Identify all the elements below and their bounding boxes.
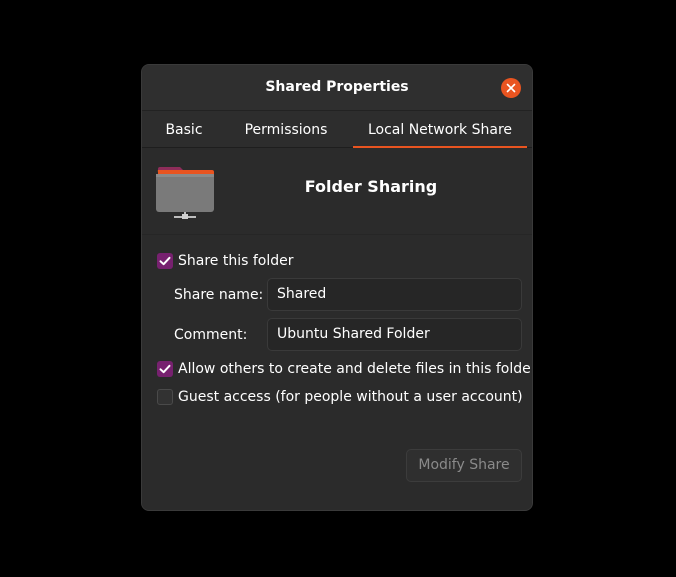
allow-others-checkbox[interactable] — [157, 361, 173, 377]
checkmark-icon — [159, 364, 171, 374]
modify-share-button[interactable]: Modify Share — [406, 449, 522, 482]
shared-properties-dialog: Shared Properties Basic Permissions Loca… — [141, 64, 533, 511]
tab-bar: Basic Permissions Local Network Share — [142, 110, 532, 149]
dialog-title: Shared Properties — [265, 79, 409, 95]
comment-label: Comment: — [174, 327, 248, 343]
local-network-share-panel: Folder Sharing Share this folder Share n… — [142, 148, 533, 510]
tab-local-network-share[interactable]: Local Network Share — [353, 111, 527, 149]
folder-network-icon — [156, 167, 214, 219]
allow-others-row[interactable]: Allow others to create and delete files … — [157, 359, 533, 379]
close-icon — [506, 83, 516, 93]
title-bar: Shared Properties — [142, 65, 532, 110]
share-name-label: Share name: — [174, 287, 264, 303]
guest-access-label: Guest access (for people without a user … — [178, 389, 523, 405]
share-name-input[interactable]: Shared — [267, 278, 522, 311]
comment-input[interactable]: Ubuntu Shared Folder — [267, 318, 522, 351]
checkmark-icon — [159, 256, 171, 266]
folder-sharing-title: Folder Sharing — [304, 177, 438, 196]
share-folder-label: Share this folder — [178, 253, 294, 269]
tab-basic[interactable]: Basic — [153, 111, 215, 148]
close-button[interactable] — [501, 78, 521, 98]
guest-access-row[interactable]: Guest access (for people without a user … — [157, 387, 523, 407]
allow-others-label: Allow others to create and delete files … — [178, 361, 533, 377]
share-folder-checkbox[interactable] — [157, 253, 173, 269]
guest-access-checkbox[interactable] — [157, 389, 173, 405]
tab-permissions[interactable]: Permissions — [239, 111, 333, 148]
header-separator — [142, 234, 532, 235]
share-folder-row[interactable]: Share this folder — [157, 251, 294, 271]
